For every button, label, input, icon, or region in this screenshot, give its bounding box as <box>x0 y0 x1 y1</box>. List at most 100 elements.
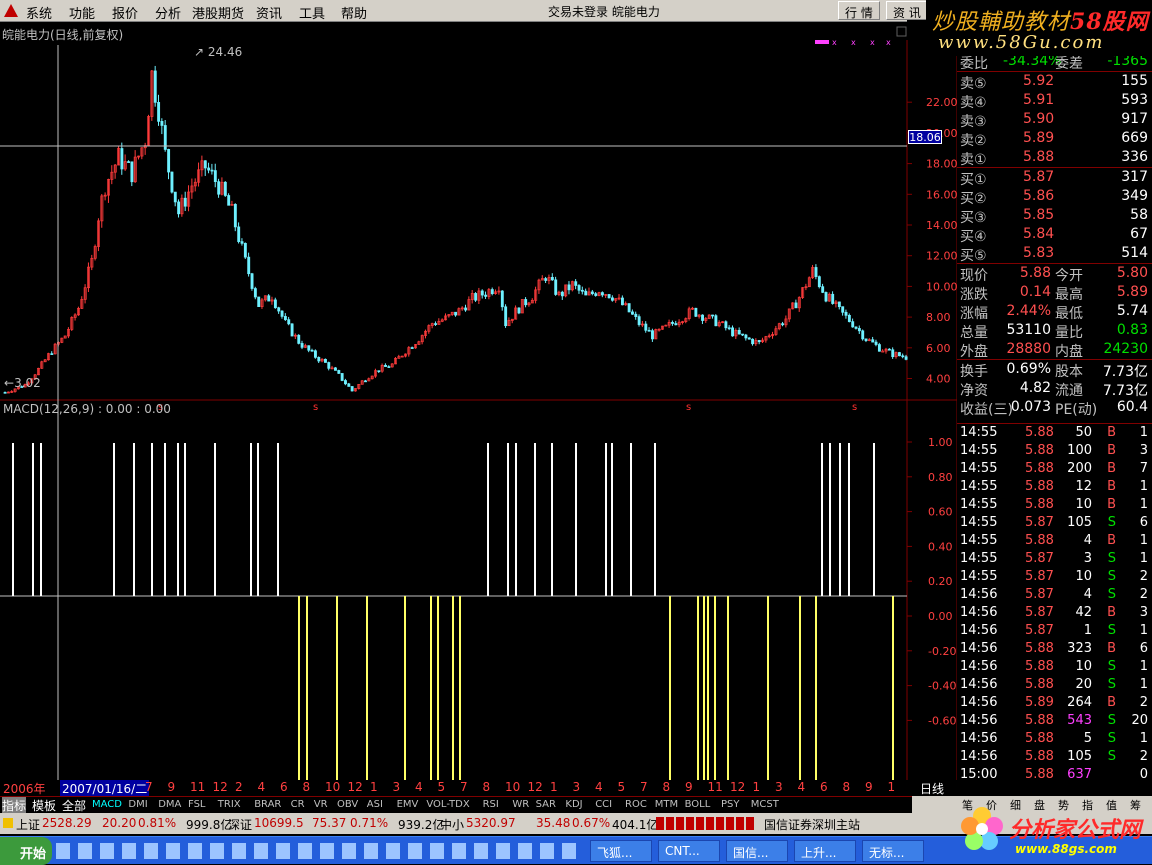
indicator-tab-rsi[interactable]: RSI <box>483 799 499 810</box>
cursor-price: 18.06 <box>908 130 942 144</box>
indicator-tab-obv[interactable]: OBV <box>337 799 358 810</box>
candle <box>457 307 461 316</box>
date-tick: 9 <box>685 780 693 794</box>
candle <box>540 275 544 281</box>
indicator-tab-emv[interactable]: EMV <box>397 799 419 810</box>
tick-count: 1 <box>1139 533 1148 548</box>
kline-chart[interactable]: ssss 1.000.800.600.400.200.00-0.20-0.40-… <box>0 20 957 780</box>
candle <box>577 284 581 294</box>
tick-price: 5.88 <box>1025 767 1054 782</box>
candle <box>123 154 127 171</box>
indicator-tab-全部[interactable]: 全部 <box>62 797 87 814</box>
candle <box>864 338 868 343</box>
stat-label: 涨跌 <box>960 287 988 303</box>
candle <box>527 301 531 307</box>
task-button-3[interactable]: 国信... <box>726 840 788 862</box>
tick-side: S <box>1107 587 1116 602</box>
indicator-tab-wr[interactable]: WR <box>512 799 529 810</box>
tick-side: B <box>1107 695 1116 710</box>
sh-label: 上证 <box>16 818 41 832</box>
candle <box>350 386 354 392</box>
tick-price: 5.88 <box>1025 479 1054 494</box>
candle <box>163 119 167 152</box>
candle <box>497 286 501 295</box>
indicator-tab-dmi[interactable]: DMI <box>128 799 147 810</box>
date-tick: 4 <box>595 780 603 794</box>
tick-side: S <box>1107 713 1116 728</box>
tick-price: 5.87 <box>1025 515 1054 530</box>
start-button[interactable]: 开始 <box>0 837 52 865</box>
tick-side: S <box>1107 515 1116 530</box>
logo-url: www.88gs.com <box>1015 842 1117 856</box>
stat-row: 净资 4.82 流通 7.73亿 <box>957 379 1152 399</box>
task-button-1[interactable]: 飞狐... <box>590 840 652 862</box>
tick-volume: 323 <box>1067 641 1092 656</box>
indicator-tab-mtm[interactable]: MTM <box>655 799 678 810</box>
candle <box>213 163 217 188</box>
price-tick: 18.00 <box>926 158 957 171</box>
candle <box>283 313 287 321</box>
candle <box>507 317 511 327</box>
candle <box>607 294 611 299</box>
tick-side: S <box>1107 659 1116 674</box>
indicator-tab-fsl[interactable]: FSL <box>188 799 206 810</box>
indicator-tab-mcst[interactable]: MCST <box>751 799 779 810</box>
candle <box>764 335 768 343</box>
flower-logo-icon <box>961 807 1003 850</box>
task-button-2[interactable]: CNT... <box>658 840 720 862</box>
indicator-tab-cci[interactable]: CCI <box>595 799 612 810</box>
indicator-tab-vol-tdx[interactable]: VOL-TDX <box>426 799 469 810</box>
candle <box>807 276 811 288</box>
tab-market[interactable]: 行 情 <box>838 1 880 20</box>
indicator-tab-cr[interactable]: CR <box>291 799 305 810</box>
stat-label: 换手 <box>960 364 988 380</box>
candle <box>547 274 551 285</box>
candle <box>681 320 684 325</box>
tick-row: 14:56 5.88 105 S 2 <box>957 748 1152 766</box>
candle <box>831 291 835 305</box>
tick-count: 7 <box>1139 461 1148 476</box>
stat-value: 7.73亿 <box>1102 364 1148 380</box>
indicator-tab-指标[interactable]: 指标 <box>2 797 27 814</box>
quicklaunch-icons[interactable] <box>56 843 576 859</box>
ratio-label: 委比 <box>960 56 988 72</box>
candle <box>744 333 748 341</box>
indicator-tab-psy[interactable]: PSY <box>721 799 740 810</box>
task-button-4[interactable]: 上升... <box>794 840 856 862</box>
indicator-tab-macd[interactable]: MACD <box>92 799 122 810</box>
candle <box>731 325 735 337</box>
candle <box>364 379 367 383</box>
indicator-tab-dma[interactable]: DMA <box>158 799 181 810</box>
indicator-tab-kdj[interactable]: KDJ <box>565 799 582 810</box>
window-toggle-icon[interactable] <box>896 26 907 37</box>
candle <box>267 294 271 302</box>
indicator-tab-trix[interactable]: TRIX <box>218 799 241 810</box>
candle <box>754 338 758 346</box>
tab-news[interactable]: 资 讯 <box>886 1 928 20</box>
candle <box>324 358 327 363</box>
candle <box>881 349 885 353</box>
candle <box>677 319 681 328</box>
indicator-tab-模板[interactable]: 模板 <box>32 797 57 814</box>
candle <box>617 294 621 301</box>
candle <box>500 290 504 311</box>
indicator-tab-vr[interactable]: VR <box>314 799 328 810</box>
indicator-tab-asi[interactable]: ASI <box>367 799 383 810</box>
sz-label: 深证 <box>228 818 253 832</box>
indicator-tab-brar[interactable]: BRAR <box>254 799 281 810</box>
indicator-tab-sar[interactable]: SAR <box>536 799 556 810</box>
task-button-5[interactable]: 无标... <box>862 840 924 862</box>
candle <box>430 322 434 329</box>
indicator-tab-roc[interactable]: ROC <box>625 799 647 810</box>
candle <box>390 363 394 368</box>
indicator-tab-boll[interactable]: BOLL <box>685 799 711 810</box>
macd-tick: 0.60 <box>928 506 953 519</box>
candle <box>47 352 50 361</box>
candle <box>854 326 858 330</box>
candle <box>520 299 524 314</box>
candle <box>654 328 658 340</box>
date-tick: 3 <box>572 780 581 794</box>
candle <box>150 69 154 121</box>
candle <box>737 327 741 335</box>
period-label[interactable]: 日线 <box>920 780 944 797</box>
